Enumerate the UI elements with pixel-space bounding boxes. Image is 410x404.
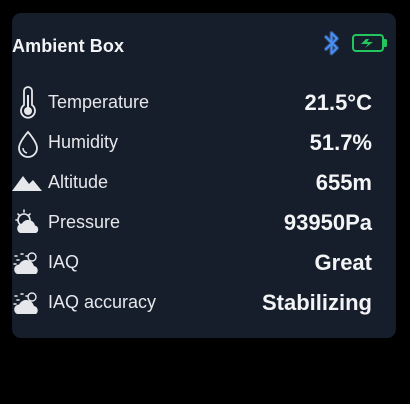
thermometer-icon — [12, 83, 44, 123]
reading-label: Pressure — [48, 212, 121, 232]
reading-value: Stabilizing — [262, 290, 372, 315]
reading-value: 21.5°C — [304, 90, 372, 115]
reading-value: 93950Pa — [283, 210, 372, 235]
reading-row-temperature: Temperature 21.5°C — [12, 83, 372, 123]
reading-row-humidity: Humidity 51.7% — [12, 123, 372, 163]
reading-label: Temperature — [48, 92, 150, 112]
reading-value: 655m — [315, 170, 372, 195]
sun-cloud-icon — [12, 203, 44, 243]
reading-label: Altitude — [48, 172, 109, 192]
droplet-icon — [12, 123, 44, 163]
card-header: Ambient Box — [12, 27, 398, 57]
card-title: Ambient Box — [12, 36, 125, 56]
reading-row-iaq-accuracy: IAQ accuracy Stabilizing — [12, 283, 372, 323]
reading-label: Humidity — [48, 132, 119, 152]
battery-charging-icon — [352, 33, 388, 53]
reading-label: IAQ accuracy — [48, 292, 157, 312]
bluetooth-icon[interactable] — [321, 27, 343, 61]
mountain-icon — [12, 163, 44, 203]
haze-cloud-icon — [12, 283, 44, 323]
reading-row-pressure: Pressure 93950Pa — [12, 203, 372, 243]
haze-cloud-icon — [12, 243, 44, 283]
reading-label: IAQ — [48, 252, 80, 272]
reading-row-iaq: IAQ Great — [12, 243, 372, 283]
reading-value: 51.7% — [309, 130, 372, 155]
reading-row-altitude: Altitude 655m — [12, 163, 372, 203]
reading-value: Great — [314, 250, 372, 275]
